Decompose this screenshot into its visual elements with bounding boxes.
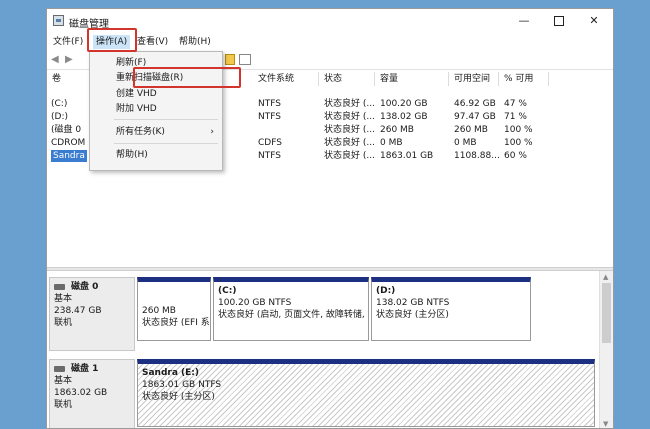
- disk-0-label[interactable]: 磁盘 0 基本 238.47 GB 联机: [49, 277, 135, 351]
- partition-status: 状态良好 (主分区): [376, 310, 449, 320]
- menu-help[interactable]: 帮助(H): [179, 35, 211, 49]
- disk-state: 联机: [54, 318, 73, 328]
- all-tasks-label: 所有任务(K): [116, 127, 165, 137]
- volume-fs: CDFS: [258, 138, 282, 148]
- submenu-arrow-icon: ›: [210, 127, 214, 137]
- menu-item-help[interactable]: 帮助(H): [116, 149, 148, 161]
- volume-fs: NTFS: [258, 99, 281, 109]
- disk-1-label[interactable]: 磁盘 1 基本 1863.02 GB 联机: [49, 359, 135, 428]
- disk-type: 基本: [54, 376, 73, 386]
- menu-view[interactable]: 查看(V): [137, 35, 168, 49]
- menu-file[interactable]: 文件(F): [53, 35, 83, 49]
- scroll-up-icon[interactable]: ▲: [603, 273, 608, 281]
- volume-status: 状态良好 (...: [324, 138, 375, 148]
- disk-management-icon: [53, 15, 64, 26]
- volume-percent: 100 %: [504, 125, 533, 135]
- menu-separator: [114, 143, 218, 144]
- scroll-down-icon[interactable]: ▼: [603, 420, 608, 428]
- forward-arrow-icon[interactable]: ▶: [65, 54, 77, 66]
- partition-size: 138.02 GB NTFS: [376, 298, 450, 308]
- volume-percent: 71 %: [504, 112, 527, 122]
- minimize-button[interactable]: —: [513, 12, 535, 30]
- highlight-action-menu: [87, 28, 137, 52]
- volume-name: CDROM: [51, 138, 86, 148]
- volume-capacity: 138.02 GB: [380, 112, 428, 122]
- volume-name: (D:): [51, 112, 68, 122]
- highlight-rescan-item: [133, 67, 241, 88]
- volume-status: 状态良好 (...: [324, 99, 375, 109]
- volume-capacity: 0 MB: [380, 138, 403, 148]
- properties-icon[interactable]: [225, 54, 235, 65]
- volume-free: 97.47 GB: [454, 112, 496, 122]
- volume-fs: NTFS: [258, 151, 281, 161]
- column-header-capacity[interactable]: 容量: [375, 72, 449, 86]
- volume-capacity: 100.20 GB: [380, 99, 428, 109]
- view-icon[interactable]: [239, 54, 251, 65]
- volume-free: 260 MB: [454, 125, 488, 135]
- scroll-thumb[interactable]: [602, 283, 611, 343]
- menu-item-create-vhd[interactable]: 创建 VHD: [116, 88, 157, 100]
- volume-percent: 47 %: [504, 99, 527, 109]
- column-header-free-space[interactable]: 可用空间: [449, 72, 499, 86]
- volume-name: (C:): [51, 99, 68, 109]
- menu-item-attach-vhd[interactable]: 附加 VHD: [116, 103, 157, 115]
- column-header-status[interactable]: 状态: [319, 72, 375, 86]
- menu-item-all-tasks[interactable]: 所有任务(K) ›: [116, 126, 222, 138]
- menu-separator: [114, 119, 218, 120]
- disk-size: 238.47 GB: [54, 306, 102, 316]
- partition-label: (C:): [218, 286, 237, 296]
- back-arrow-icon[interactable]: ◀: [51, 54, 63, 66]
- volume-free: 0 MB: [454, 138, 477, 148]
- disk-type: 基本: [54, 294, 73, 304]
- column-header-percent-free[interactable]: % 可用: [499, 72, 549, 86]
- disk-name: 磁盘 1: [71, 364, 99, 374]
- volume-percent: 60 %: [504, 151, 527, 161]
- volume-free: 46.92 GB: [454, 99, 496, 109]
- partition-d[interactable]: (D:) 138.02 GB NTFS 状态良好 (主分区): [371, 277, 531, 341]
- disk-graphical-view: 磁盘 0 基本 238.47 GB 联机 260 MB 状态良好 (EFI 系 …: [47, 271, 599, 428]
- maximize-button[interactable]: [548, 12, 570, 30]
- volume-status: 状态良好 (...: [324, 125, 375, 135]
- partition-size: 100.20 GB NTFS: [218, 298, 292, 308]
- disk-name: 磁盘 0: [71, 282, 99, 292]
- partition-size: 1863.01 GB NTFS: [142, 380, 222, 390]
- volume-status: 状态良好 (...: [324, 112, 375, 122]
- partition-size: 260 MB: [142, 306, 176, 316]
- volume-fs: NTFS: [258, 112, 281, 122]
- volume-capacity: 1863.01 GB: [380, 151, 434, 161]
- disk-icon: [54, 284, 65, 290]
- partition-label: (D:): [376, 286, 396, 296]
- volume-percent: 100 %: [504, 138, 533, 148]
- partition-label: Sandra (E:): [142, 368, 200, 378]
- disk-icon: [54, 366, 65, 372]
- partition-sandra-e[interactable]: Sandra (E:) 1863.01 GB NTFS 状态良好 (主分区): [137, 359, 595, 427]
- partition-status: 状态良好 (主分区): [142, 392, 215, 402]
- disk-size: 1863.02 GB: [54, 388, 108, 398]
- maximize-icon: [554, 16, 564, 26]
- disk-management-window: 磁盘管理 — ✕ 文件(F) 操作(A) 查看(V) 帮助(H) ◀ ▶ 卷 文…: [46, 8, 614, 429]
- column-header-filesystem[interactable]: 文件系统: [253, 72, 319, 86]
- close-button[interactable]: ✕: [583, 12, 605, 30]
- volume-status: 状态良好 (...: [324, 151, 375, 161]
- volume-name: (磁盘 0: [51, 125, 82, 135]
- volume-capacity: 260 MB: [380, 125, 414, 135]
- volume-name: Sandra: [51, 150, 87, 162]
- vertical-scrollbar[interactable]: ▲ ▼: [599, 271, 613, 428]
- partition-status: 状态良好 (启动, 页面文件, 故障转储,: [218, 310, 365, 320]
- partition-efi[interactable]: 260 MB 状态良好 (EFI 系: [137, 277, 211, 341]
- volume-free: 1108.88...: [454, 151, 500, 161]
- partition-status: 状态良好 (EFI 系: [142, 318, 210, 328]
- partition-c[interactable]: (C:) 100.20 GB NTFS 状态良好 (启动, 页面文件, 故障转储…: [213, 277, 369, 341]
- disk-state: 联机: [54, 400, 73, 410]
